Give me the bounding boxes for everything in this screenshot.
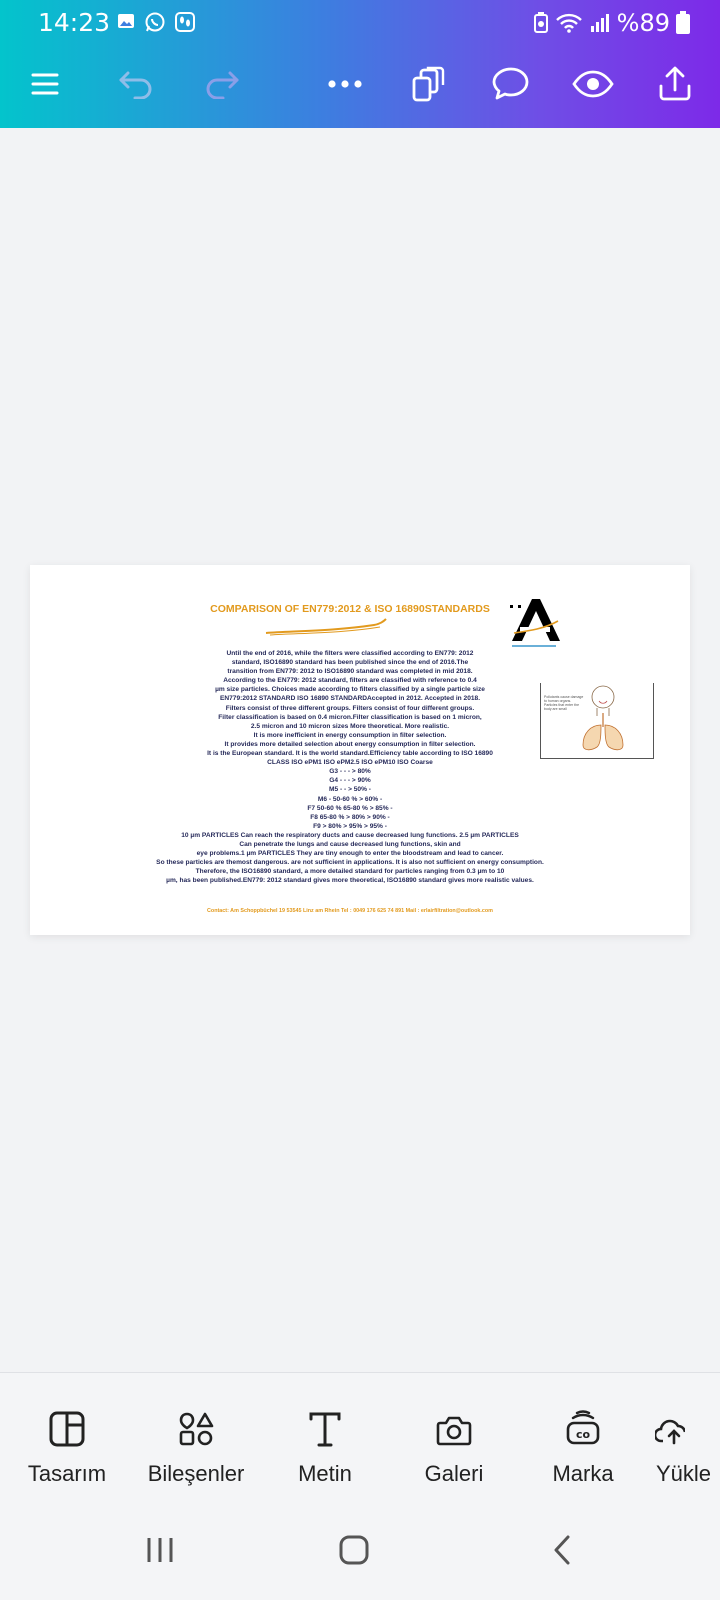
document-body-line: standard, ISO16890 standard has been pub… xyxy=(231,659,469,667)
document-body-line: Can penetrate the lungs and cause decrea… xyxy=(239,840,461,848)
document-body-line: It provides more detailed selection abou… xyxy=(224,740,476,748)
tool-gallery[interactable]: Galeri xyxy=(389,1393,519,1487)
decorative-swoosh xyxy=(265,618,387,636)
undo-button[interactable] xyxy=(108,56,164,112)
document-body-line: So these particles are themost dangerous… xyxy=(156,859,544,867)
lungs-drawing xyxy=(582,685,624,751)
document-body-line: 10 µm PARTICLES Can reach the respirator… xyxy=(181,831,519,839)
document-body[interactable]: Until the end of 2016, while the filters… xyxy=(90,649,610,885)
document-body-line: F7 50-60 % 65-80 % > 85% - xyxy=(307,804,393,812)
tool-gallery-label: Galeri xyxy=(424,1461,484,1486)
tool-design-label: Tasarım xyxy=(27,1461,107,1486)
document-body-line: 2.5 micron and 10 micron sizes More theo… xyxy=(250,722,450,730)
document-body-line: transition from EN779: 2012 to ISO16890 … xyxy=(227,668,473,676)
footprint-icon xyxy=(175,12,195,32)
gallery-icon xyxy=(118,14,134,28)
document-body-line: According to the EN779: 2012 standard, f… xyxy=(223,677,477,685)
editor-toolbar xyxy=(0,56,720,112)
document-body-line: eye problems.1 µm PARTICLES They are tin… xyxy=(196,850,504,858)
erl-logo-image xyxy=(510,599,560,647)
design-page[interactable]: COMPARISON OF EN779:2012 & ISO 16890STAN… xyxy=(30,565,690,935)
top-bar: 14:23 %89 xyxy=(0,0,720,128)
document-body-line: Filter classification is based on 0.4 mi… xyxy=(218,713,482,721)
document-body-line: It is more inefficient in energy consump… xyxy=(253,731,447,739)
menu-icon xyxy=(31,73,59,95)
camera-icon xyxy=(436,1416,472,1446)
home-button[interactable] xyxy=(324,1530,384,1570)
comment-icon xyxy=(492,67,529,100)
upload-icon xyxy=(655,1419,685,1445)
status-time: 14:23 xyxy=(38,8,111,37)
document-body-line: M5 - - > 50% - xyxy=(329,786,371,794)
document-body-line: M6 - 50-60 % > 60% - xyxy=(317,795,383,803)
tool-upload-label: Yükle xyxy=(656,1461,712,1486)
wifi-icon xyxy=(555,13,582,33)
menu-button[interactable] xyxy=(17,56,73,112)
pages-icon xyxy=(412,66,445,102)
battery-icon xyxy=(676,11,690,34)
tool-brand-label: Marka xyxy=(552,1461,614,1486)
status-right: %89 xyxy=(533,9,690,37)
recent-apps-icon xyxy=(147,1538,173,1562)
elements-icon xyxy=(179,1412,214,1446)
tool-elements[interactable]: Bileşenler xyxy=(131,1393,261,1487)
signal-icon xyxy=(590,14,609,32)
document-body-line: F9 > 80% > 95% > 95% - xyxy=(313,822,387,830)
notification-icons xyxy=(116,11,196,33)
document-body-line: It is the European standard. It is the w… xyxy=(207,750,493,758)
design-canvas[interactable]: COMPARISON OF EN779:2012 & ISO 16890STAN… xyxy=(0,128,720,1372)
document-body-line: µm size particles. Choices made accordin… xyxy=(215,686,485,694)
document-body-line: Filters consist of three different group… xyxy=(225,704,475,712)
text-icon xyxy=(309,1412,341,1447)
tool-brand[interactable]: co Marka xyxy=(518,1393,648,1487)
tool-design[interactable]: Tasarım xyxy=(2,1393,132,1487)
document-title[interactable]: COMPARISON OF EN779:2012 & ISO 16890STAN… xyxy=(30,603,670,615)
battery-percent: %89 xyxy=(616,9,670,37)
battery-saver-icon xyxy=(533,12,548,33)
undo-icon xyxy=(119,71,152,99)
document-contact[interactable]: Contact: Am Schoppbüchel 19 53545 Linz a… xyxy=(30,908,670,914)
comment-button[interactable] xyxy=(483,56,539,112)
company-logo[interactable] xyxy=(506,595,566,651)
tool-upload[interactable]: Yükle xyxy=(647,1393,720,1487)
document-body-line: µm, has been published.EN779: 2012 stand… xyxy=(166,877,534,885)
document-body-line: EN779:2012 STANDARD ISO 16890 STANDARDAc… xyxy=(219,695,481,703)
back-icon xyxy=(554,1535,570,1565)
redo-button[interactable] xyxy=(194,56,250,112)
more-button[interactable] xyxy=(317,56,373,112)
redo-icon xyxy=(206,71,239,99)
document-body-line: G4 - - - > 90% xyxy=(329,777,371,785)
preview-button[interactable] xyxy=(565,56,621,112)
document-body-line: F8 65-80 % > 80% > 90% - xyxy=(310,813,390,821)
brand-icon: co xyxy=(566,1410,600,1445)
system-nav-bar xyxy=(0,1500,720,1600)
svg-text:co: co xyxy=(576,1428,591,1441)
lungs-illustration[interactable]: Pollutants cause damage to human organs.… xyxy=(540,683,654,759)
pages-button[interactable] xyxy=(400,56,456,112)
document-body-line: CLASS ISO ePM1 ISO ePM2.5 ISO ePM10 ISO … xyxy=(267,759,433,767)
home-icon xyxy=(339,1535,369,1565)
whatsapp-icon xyxy=(145,12,165,32)
design-icon xyxy=(49,1411,85,1447)
more-icon xyxy=(328,80,362,88)
share-icon xyxy=(659,66,691,101)
document-body-line: Therefore, the ISO16890 standard, a more… xyxy=(195,868,505,876)
document-body-line: G3 - - - > 80% xyxy=(329,768,371,776)
share-button[interactable] xyxy=(647,56,703,112)
tool-elements-label: Bileşenler xyxy=(147,1461,245,1486)
tool-text-label: Metin xyxy=(298,1461,352,1486)
recent-apps-button[interactable] xyxy=(130,1530,190,1570)
status-bar: 14:23 %89 xyxy=(0,0,720,46)
tool-text[interactable]: Metin xyxy=(260,1393,390,1487)
back-button[interactable] xyxy=(532,1530,592,1570)
preview-icon xyxy=(572,70,614,98)
